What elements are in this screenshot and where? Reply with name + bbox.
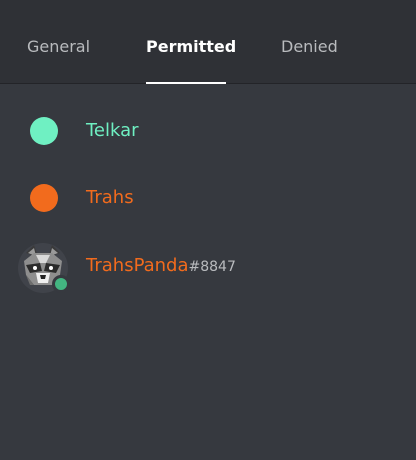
role-name: Telkar — [86, 120, 139, 141]
top-strip — [0, 0, 416, 10]
member-username: TrahsPanda — [86, 255, 189, 276]
avatar[interactable] — [18, 243, 70, 293]
list-item-role-telkar[interactable]: Telkar — [0, 101, 416, 161]
list-item-role-trahs[interactable]: Trahs — [0, 168, 416, 228]
member-name-line: TrahsPanda#8847 — [86, 254, 236, 279]
online-status-icon — [52, 275, 70, 293]
active-tab-indicator — [146, 82, 226, 84]
channel-permissions-panel: General Permitted Denied Telkar Trahs Tr… — [0, 0, 416, 460]
role-name: Trahs — [86, 187, 134, 208]
list-item-member-trahspanda[interactable]: TrahsPanda#8847 — [0, 236, 416, 296]
role-color-dot — [30, 117, 58, 145]
tab-denied[interactable]: Denied — [281, 10, 338, 84]
tab-general[interactable]: General — [27, 10, 90, 84]
tab-permitted[interactable]: Permitted — [146, 10, 236, 84]
role-color-dot — [30, 184, 58, 212]
tab-bar: General Permitted Denied — [0, 10, 416, 84]
member-discriminator: #8847 — [188, 259, 236, 275]
